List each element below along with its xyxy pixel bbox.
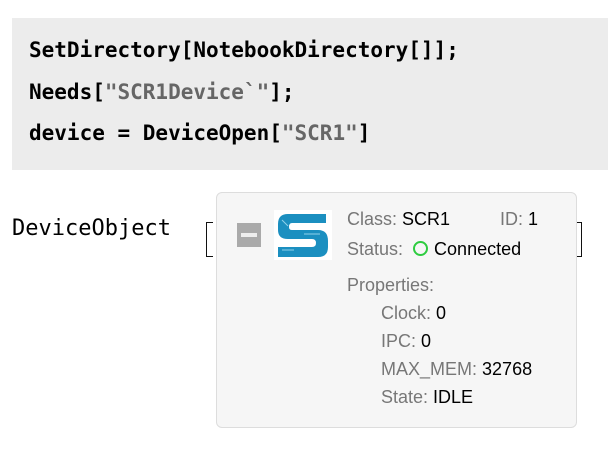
left-bracket xyxy=(206,222,213,257)
property-row: MAX_MEM: 32768 xyxy=(381,359,532,380)
collapse-icon[interactable] xyxy=(237,223,261,247)
status-circle-icon xyxy=(413,241,429,256)
property-label: MAX_MEM: xyxy=(381,359,478,379)
code-text: ]; xyxy=(269,80,295,104)
class-value: SCR1 xyxy=(402,209,451,229)
class-label: Class: xyxy=(347,209,398,229)
property-label: Clock: xyxy=(381,303,432,323)
input-cell[interactable]: SetDirectory[NotebookDirectory[]]; Needs… xyxy=(12,18,608,170)
scr1-logo-icon xyxy=(274,210,332,260)
code-text: device = DeviceOpen[ xyxy=(29,121,282,145)
code-text: Needs[ xyxy=(29,80,105,104)
properties-label: Properties: xyxy=(347,275,435,295)
property-row: Clock: 0 xyxy=(381,303,446,324)
property-value: 32768 xyxy=(482,359,533,379)
code-string: "SCR1Device`" xyxy=(104,80,270,104)
property-value: IDLE xyxy=(433,387,474,407)
property-row: IPC: 0 xyxy=(381,331,431,352)
code-text: ] xyxy=(357,121,371,145)
output-head: DeviceObject xyxy=(12,216,171,241)
property-label: IPC: xyxy=(381,331,417,351)
id-label: ID: xyxy=(500,209,524,229)
device-summary-panel: Class: SCR1 ID: 1 Status: Connected Prop… xyxy=(216,192,577,428)
status-label: Status: xyxy=(347,239,404,259)
property-row: State: IDLE xyxy=(381,387,473,408)
code-line-2: Needs["SCR1Device`"]; xyxy=(29,80,295,104)
code-line-1: SetDirectory[NotebookDirectory[]]; xyxy=(29,38,459,62)
code-line-3: device = DeviceOpen["SCR1"] xyxy=(29,121,370,145)
code-string: "SCR1" xyxy=(281,121,358,145)
property-value: 0 xyxy=(436,303,447,323)
id-value: 1 xyxy=(528,209,539,229)
property-value: 0 xyxy=(421,331,432,351)
status-value: Connected xyxy=(434,239,522,259)
property-label: State: xyxy=(381,387,429,407)
code-text: SetDirectory[NotebookDirectory[]]; xyxy=(29,38,459,62)
